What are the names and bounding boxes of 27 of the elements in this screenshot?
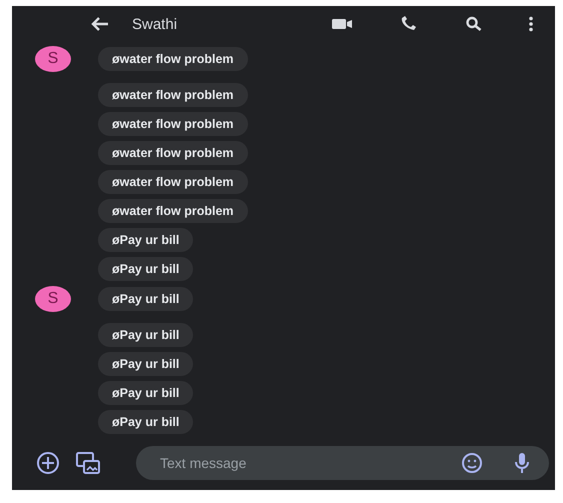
message-bubble: øPay ur bill	[98, 323, 194, 347]
message-bubble: øPay ur bill	[98, 257, 194, 281]
message-bubble: øPay ur bill	[98, 287, 194, 311]
message-bubble: øPay ur bill	[98, 228, 194, 252]
message-bubble: øwater flow problem	[98, 141, 248, 165]
microphone-icon[interactable]	[513, 452, 531, 474]
avatar[interactable]: S	[35, 286, 71, 312]
search-icon[interactable]	[465, 16, 483, 32]
avatar[interactable]: S	[35, 46, 71, 72]
more-options-icon[interactable]	[529, 16, 533, 32]
message-composer[interactable]: Text message	[136, 446, 549, 480]
message-bubble: øwater flow problem	[98, 47, 248, 71]
message-input-field[interactable]: Text message	[158, 454, 431, 472]
message-bubble: øPay ur bill	[98, 381, 194, 405]
message-bubble: øPay ur bill	[98, 410, 194, 434]
video-call-icon[interactable]	[331, 17, 353, 31]
phone-icon[interactable]	[399, 16, 419, 32]
message-bubble: øwater flow problem	[98, 199, 248, 223]
gallery-icon[interactable]	[76, 452, 100, 474]
emoji-icon[interactable]	[461, 452, 483, 474]
back-arrow-icon[interactable]	[90, 16, 110, 32]
message-bubble: øwater flow problem	[98, 170, 248, 194]
message-bubble: øwater flow problem	[98, 83, 248, 107]
add-icon[interactable]	[36, 451, 60, 475]
message-bubble: øwater flow problem	[98, 112, 248, 136]
contact-name: Swathi	[132, 16, 178, 32]
message-bubble: øPay ur bill	[98, 352, 194, 376]
